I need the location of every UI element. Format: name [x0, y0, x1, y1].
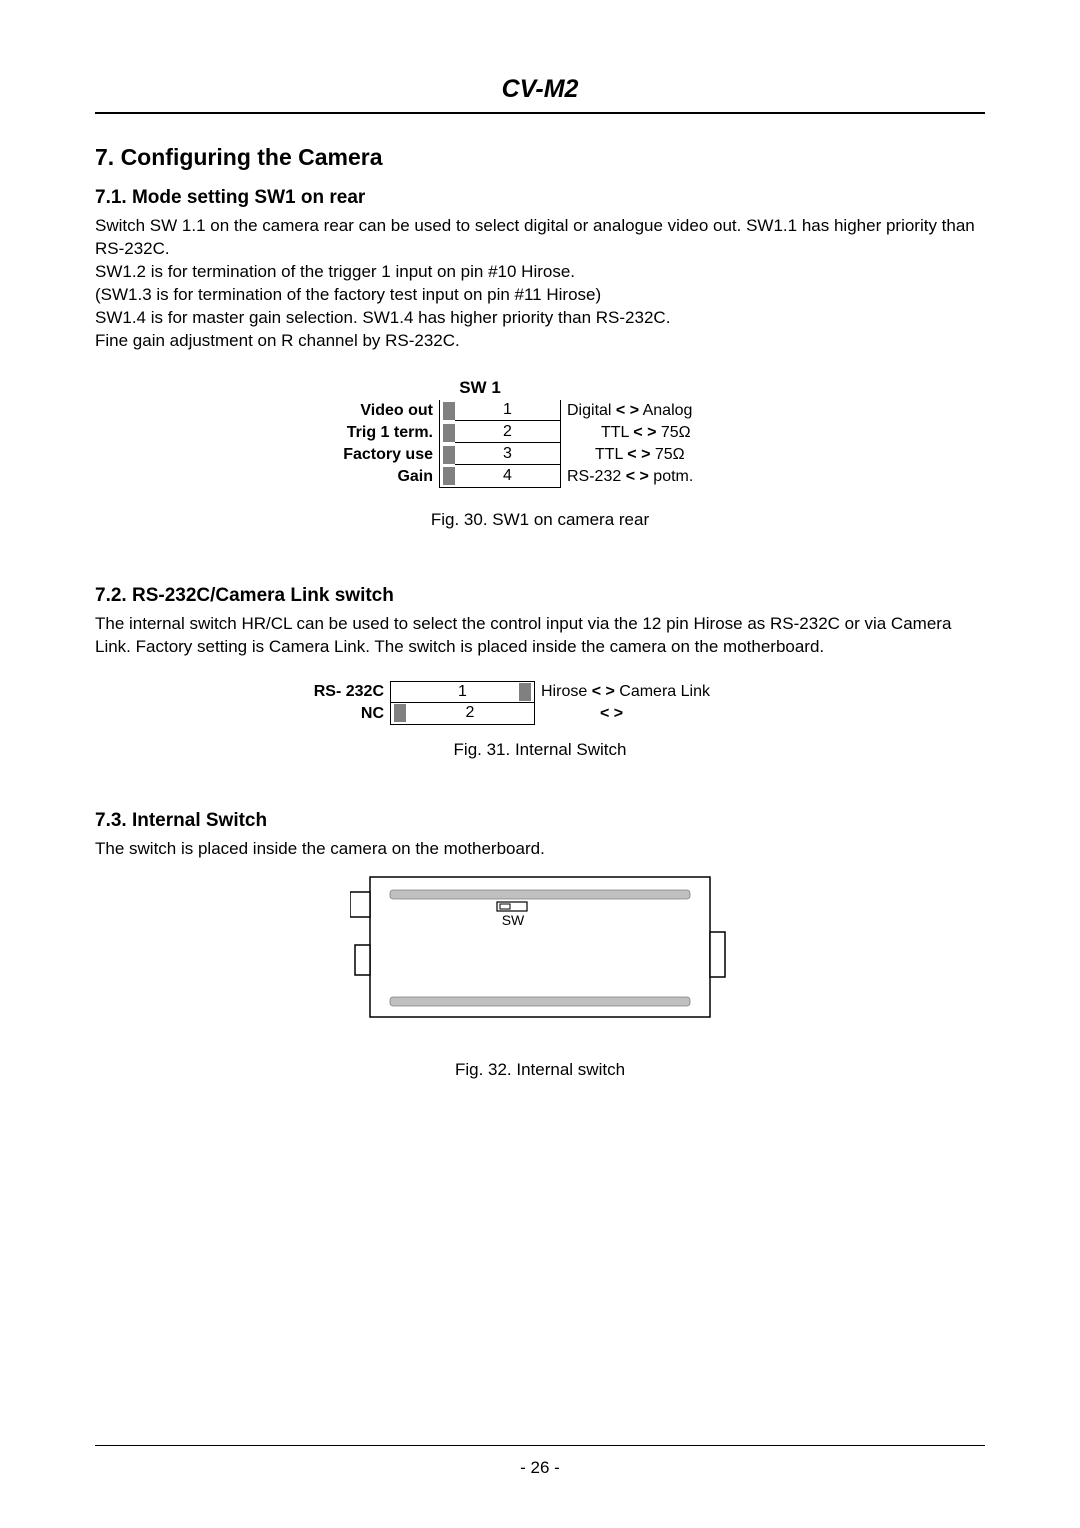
- rs232-number-1: 1: [391, 682, 534, 703]
- figure-32-caption: Fig. 32. Internal switch: [95, 1060, 985, 1080]
- sw1-number-3: 3: [455, 444, 560, 465]
- rs232-indicator-icon: [394, 704, 406, 722]
- body-text-7-1-4: SW1.4 is for master gain selection. SW1.…: [95, 307, 985, 330]
- sw1-right-4: RS-232 < > potm.: [561, 466, 786, 488]
- section-7-1-heading: 7.1. Mode setting SW1 on rear: [95, 187, 985, 209]
- rs232-switch-1: 1: [390, 681, 535, 703]
- sw1-label-trig1: Trig 1 term.: [294, 422, 439, 444]
- rs232-right-1: Hirose < > Camera Link: [535, 681, 795, 703]
- body-text-7-2: The internal switch HR/CL can be used to…: [95, 613, 985, 659]
- sw1-switch-1: 1: [439, 400, 561, 422]
- body-text-7-1-5: Fine gain adjustment on R channel by RS-…: [95, 330, 985, 353]
- sw1-right-2: TTL < > 75Ω: [561, 422, 786, 444]
- sw1-diagram: SW 1 Video out 1 Digital < > Analog Trig…: [95, 378, 985, 488]
- body-text-7-1-1: Switch SW 1.1 on the camera rear can be …: [95, 215, 985, 261]
- sw1-number-1: 1: [455, 400, 560, 421]
- body-text-7-1-3: (SW1.3 is for termination of the factory…: [95, 284, 985, 307]
- sw1-label-video-out: Video out: [294, 400, 439, 422]
- section-7-3-heading: 7.3. Internal Switch: [95, 810, 985, 832]
- rs232-label-1: RS- 232C: [285, 681, 390, 703]
- sw1-indicator-icon: [443, 424, 455, 442]
- rs232-label-2: NC: [285, 703, 390, 725]
- sw1-title: SW 1: [0, 378, 985, 398]
- sw1-label-gain: Gain: [294, 466, 439, 488]
- sw1-switch-2: 2: [439, 422, 561, 444]
- sw1-number-4: 4: [455, 466, 560, 486]
- sw1-indicator-icon: [443, 467, 455, 485]
- section-7-2-heading: 7.2. RS-232C/Camera Link switch: [95, 585, 985, 607]
- svg-text:SW: SW: [502, 912, 525, 928]
- body-text-7-3: The switch is placed inside the camera o…: [95, 838, 985, 861]
- rs232-number-2: 2: [406, 703, 534, 723]
- page-footer: - 26 -: [95, 1445, 985, 1478]
- body-text-7-1-2: SW1.2 is for termination of the trigger …: [95, 261, 985, 284]
- figure-31-caption: Fig. 31. Internal Switch: [95, 740, 985, 760]
- figure-30-caption: Fig. 30. SW1 on camera rear: [95, 510, 985, 530]
- rs232-switch-2: 2: [390, 703, 535, 725]
- sw1-switch-4: 4: [439, 466, 561, 488]
- rs232-indicator-icon: [519, 683, 531, 701]
- header-title: CV-M2: [95, 75, 985, 114]
- rs232-diagram: RS- 232C 1 Hirose < > Camera Link NC 2 <…: [95, 681, 985, 725]
- sw1-indicator-icon: [443, 402, 455, 420]
- sw1-right-3: TTL < > 75Ω: [561, 444, 786, 466]
- page-number: - 26 -: [520, 1458, 560, 1477]
- sw1-indicator-icon: [443, 446, 455, 464]
- sw1-right-1: Digital < > Analog: [561, 400, 786, 422]
- rs232-right-2: < >: [535, 703, 795, 725]
- sw1-number-2: 2: [455, 422, 560, 443]
- section-7-heading: 7. Configuring the Camera: [95, 144, 985, 171]
- sw1-switch-3: 3: [439, 444, 561, 466]
- sw1-label-factory: Factory use: [294, 444, 439, 466]
- motherboard-diagram: SW: [95, 872, 985, 1032]
